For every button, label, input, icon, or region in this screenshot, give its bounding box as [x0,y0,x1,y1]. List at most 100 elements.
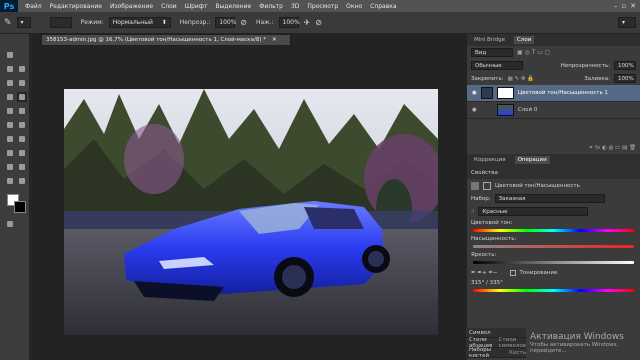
pressure-opacity-icon[interactable]: ⊘ [240,18,247,27]
menu-window[interactable]: Окно [346,3,362,10]
saturation-slider[interactable] [473,245,634,248]
close-document-icon[interactable]: ✕ [272,37,277,43]
lightness-slider[interactable] [473,261,634,264]
workspace-select[interactable]: ▾ [618,17,636,28]
lasso-tool-icon[interactable] [17,64,27,74]
adjustment-layer-icon [480,87,493,99]
lock-icons[interactable]: ▦ ✎ ✥ 🔒 [508,76,535,82]
zoom-tool-icon[interactable] [17,176,27,186]
mode-select[interactable]: Нормальный ⬍ [108,17,171,28]
canvas-image[interactable] [64,89,438,335]
brush-tool-icon[interactable]: ✎ [4,18,12,28]
pressure-size-icon[interactable]: ⊘ [315,18,322,27]
colorize-row: ✒ ✒+ ✒− Тонирование [467,266,640,279]
menu-type[interactable]: Шрифт [185,3,208,10]
mode-label: Режим: [80,19,104,26]
shape-tool-icon[interactable] [17,162,27,172]
brush-size-box[interactable] [49,17,72,28]
background-color-swatch[interactable] [14,201,26,213]
adjustment-title: Цветовой тон/Насыщенность [495,182,580,189]
visibility-eye-icon[interactable]: ◉ [472,90,477,96]
eraser-tool-icon[interactable] [5,120,15,130]
channel-value: Красные [482,208,508,215]
collapsed-panel-tabs: Символ Стили абзацев Стили символов Набо… [466,328,526,359]
history-brush-icon[interactable] [17,106,27,116]
filter-icons[interactable]: ▣ ◎ T ▭ ◻ [517,49,550,56]
canvas-area: 358153-admin.jpg @ 16,7% (Цветовой тон/Н… [31,34,466,360]
layer-row-hue-saturation[interactable]: ◉ Цветовой тон/Насыщенность 1 [467,85,640,102]
properties-header: Свойства [467,166,640,179]
properties-title: Свойства [471,169,498,176]
saturation-label: Насыщенность: [471,235,517,242]
airbrush-icon[interactable]: ✈ [304,18,311,27]
brush-preset-picker[interactable]: ▾ [16,17,31,28]
menu-image[interactable]: Изображение [110,3,153,10]
type-tool-icon[interactable] [17,148,27,158]
blend-mode-select[interactable]: Обычные [471,61,523,70]
tab-mini-bridge[interactable]: Mini Bridge [471,36,508,44]
layer-row-layer-0[interactable]: ◉ Слой 0 [467,102,640,119]
marquee-tool-icon[interactable] [5,64,15,74]
pen-tool-icon[interactable] [5,148,15,158]
crop-tool-icon[interactable] [5,78,15,88]
colorize-checkbox[interactable] [509,269,516,276]
menu-file[interactable]: Файл [25,3,42,10]
menu-edit[interactable]: Редактирование [50,3,102,10]
tab-brush-label: Кисть [509,349,526,356]
gradient-tool-icon[interactable] [17,120,27,130]
layer-mask-thumbnail[interactable] [496,87,514,99]
preset-select[interactable]: Заказная [494,194,605,203]
fill-value: 100% [618,75,634,82]
adjustments-tabs: Коррекция Операции [467,154,640,166]
hand-tool-icon[interactable] [5,176,15,186]
tab-layers[interactable]: Слои [513,36,535,44]
layer-kind-select[interactable]: Вид [471,48,513,57]
layer-opacity-field[interactable]: 100% [614,61,636,70]
dodge-tool-icon[interactable] [17,134,27,144]
tab-brush-presets[interactable]: Наборы кистей Кисть [466,347,526,359]
range-readout: 315° / 335° [471,280,503,286]
eyedropper-tool-icon[interactable] [17,78,27,88]
photoshop-logo: Ps [0,0,18,12]
close-icon[interactable]: ✕ [630,2,636,10]
eyedropper-icons[interactable]: ✒ ✒+ ✒− [471,270,498,276]
brush-tool-icon[interactable] [17,92,27,102]
fill-field[interactable]: 100% [614,74,636,83]
target-adjust-icon[interactable]: ☝ [471,209,474,215]
clone-tool-icon[interactable] [5,106,15,116]
menu-layers[interactable]: Слои [161,3,177,10]
blur-tool-icon[interactable] [5,134,15,144]
colorize-label: Тонирование [519,269,558,276]
path-select-icon[interactable] [5,162,15,172]
document-tab[interactable]: 358153-admin.jpg @ 16,7% (Цветовой тон/Н… [41,34,291,46]
maximize-icon[interactable]: ▫ [621,2,626,10]
tab-adjustments[interactable]: Коррекция [471,156,509,164]
menu-filter[interactable]: Фильтр [259,3,283,10]
menu-3d[interactable]: 3D [291,3,299,10]
layers-footer: ⚭ fx ◐ ◍ ▭ ▤ 🗑 [467,141,640,154]
car-photo [64,89,438,335]
tab-actions[interactable]: Операции [514,156,550,164]
opacity-field[interactable]: 100% [215,17,237,28]
layer-thumbnail [496,104,514,116]
menu-view[interactable]: Просмотр [307,3,338,10]
channel-select[interactable]: Красные [478,207,589,216]
move-tool-icon[interactable] [5,50,15,60]
color-range-bar[interactable] [473,289,634,292]
adjustment-title-row: Цветовой тон/Насыщенность [467,179,640,192]
menu-help[interactable]: Справка [370,3,396,10]
menu-select[interactable]: Выделение [215,3,251,10]
minimize-icon[interactable]: – [614,2,618,10]
quick-mask-icon[interactable] [5,219,15,229]
opacity-value: 100% [219,19,237,26]
press-field[interactable]: 100% [278,17,300,28]
mask-icon[interactable] [483,181,491,190]
press-label: Наж.: [255,19,274,26]
visibility-eye-icon[interactable]: ◉ [472,107,477,113]
layer-name: Цветовой тон/Насыщенность 1 [517,90,608,96]
layer-action-icons[interactable]: ⚭ fx ◐ ◍ ▭ ▤ 🗑 [589,145,636,151]
layer-name: Слой 0 [517,107,538,113]
healing-tool-icon[interactable] [5,92,15,102]
hue-slider[interactable] [473,229,634,232]
saturation-row: Насыщенность: [467,234,640,243]
